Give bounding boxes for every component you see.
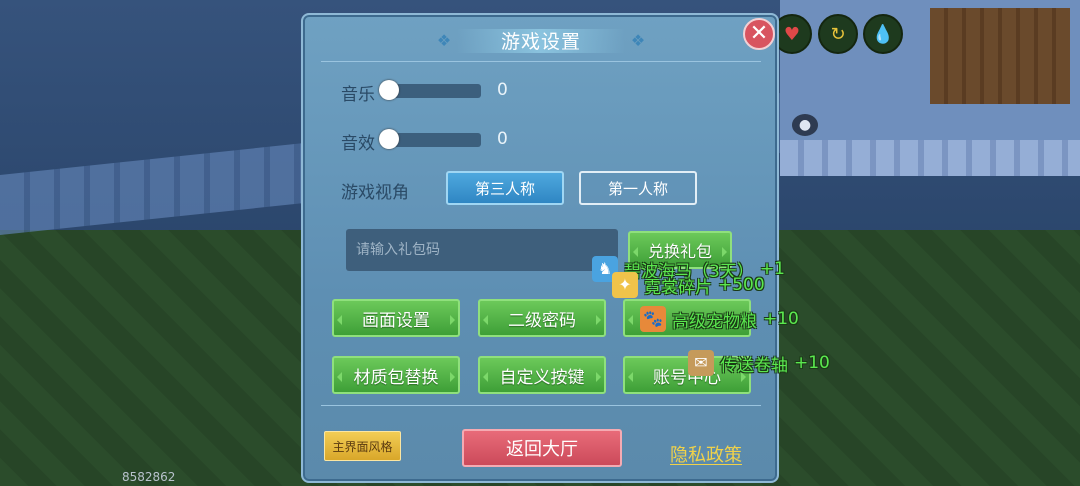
second-password-button[interactable]: 二级密码 [478,299,606,337]
back-to-lobby-button[interactable]: 返回大厅 [462,429,622,467]
reward-amount: +10 [794,353,830,373]
reward-name: 高级宠物粮 [672,311,757,332]
sound-value: 0 [497,129,508,149]
dialog-title: 游戏设置 [500,30,581,53]
texture-pack-button[interactable]: 材质包替换 [332,356,460,394]
reward-amount: +500 [718,275,765,295]
water-drop-icon[interactable]: 💧 [863,14,903,54]
reward-item: 🐾 高级宠物粮 +10 [640,306,799,332]
wooden-door [930,8,1070,104]
reward-item: ✉ 传送卷轴 +10 [688,350,830,376]
sound-slider-knob[interactable] [379,129,399,149]
music-slider[interactable] [379,80,481,100]
pet-food-icon: 🐾 [640,306,666,332]
ornament-icon: ❖ [630,31,646,50]
reward-amount: +10 [763,309,799,329]
reward-item: ✦ 霓裳碎片 +500 [612,272,765,298]
first-person-button[interactable]: 第一人称 [579,171,697,205]
player-id: 8582862 [122,470,176,484]
background-stripe [780,140,1080,176]
sound-label: 音效 [341,134,375,154]
music-slider-knob[interactable] [379,80,399,100]
divider [321,61,761,62]
ornament-icon: ❖ [436,31,452,50]
gift-code-input[interactable] [346,229,618,271]
arrow-icon[interactable]: ↻ [818,14,858,54]
main-style-button[interactable]: 主界面风格 [324,431,401,461]
settings-dialog: ❖ 游戏设置 ❖ ✕ 音乐 0 音效 0 游戏视角 第三人称 第一人称 兑换礼包… [301,13,779,483]
graphics-settings-button[interactable]: 画面设置 [332,299,460,337]
reward-name: 霓裳碎片 [644,277,712,298]
close-button[interactable]: ✕ [743,18,775,50]
eye-icon[interactable]: ● [792,114,818,136]
shard-icon: ✦ [612,272,638,298]
close-icon: ✕ [749,21,769,46]
privacy-policy-link[interactable]: 隐私政策 [670,441,742,467]
reward-name: 传送卷轴 [720,355,788,376]
scroll-icon: ✉ [688,350,714,376]
divider [321,405,761,406]
music-label: 音乐 [341,85,375,105]
third-person-button[interactable]: 第三人称 [446,171,564,205]
dialog-title-bar: ❖ 游戏设置 ❖ [431,25,651,55]
view-label: 游戏视角 [341,183,409,203]
custom-keys-button[interactable]: 自定义按键 [478,356,606,394]
music-value: 0 [497,80,508,100]
sound-slider[interactable] [379,129,481,149]
